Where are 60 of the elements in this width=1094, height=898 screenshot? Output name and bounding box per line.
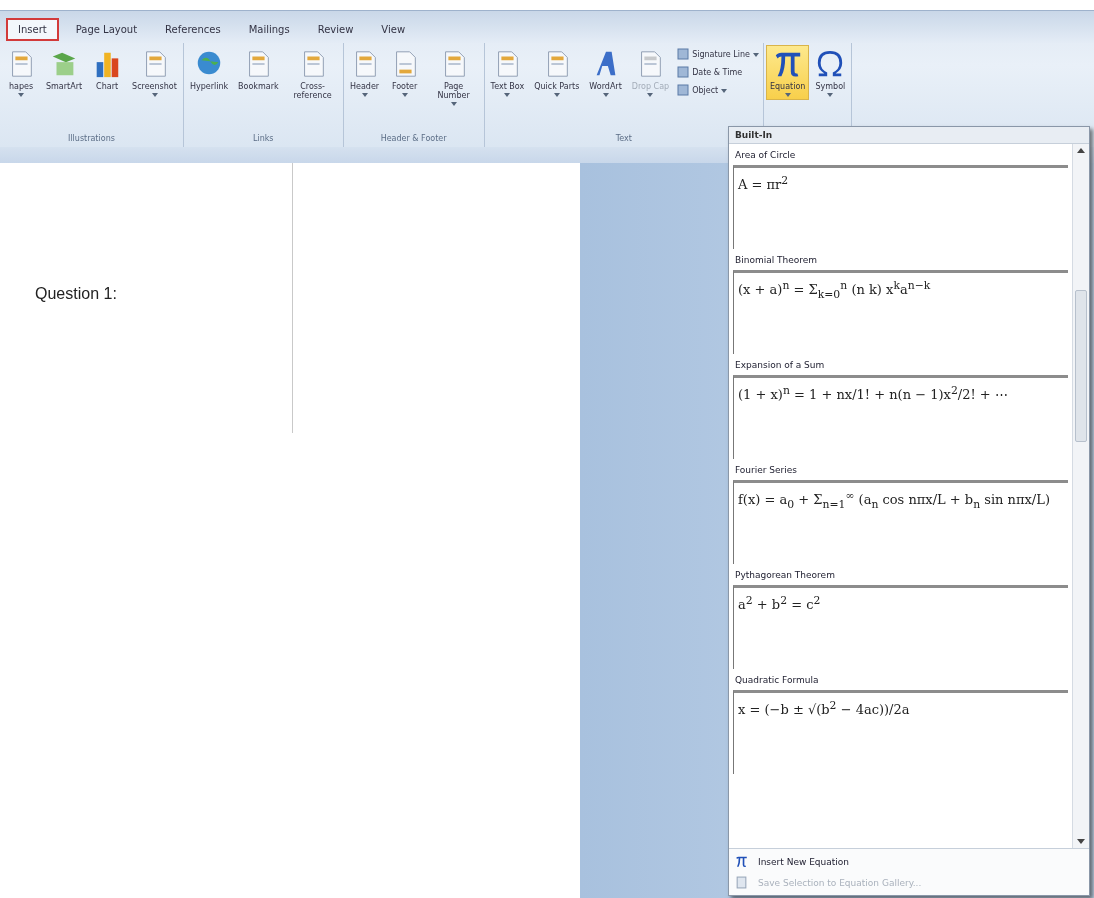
ribbon-button[interactable]: Cross-reference <box>284 45 341 103</box>
ribbon-small-button[interactable]: Object <box>675 83 761 97</box>
ribbon-small-button[interactable]: Date & Time <box>675 65 761 79</box>
ribbon-button[interactable]: Bookmark <box>234 45 283 94</box>
caret-icon <box>647 93 654 97</box>
ribbon-tab[interactable]: Page Layout <box>64 18 149 40</box>
group-label: Links <box>251 134 275 145</box>
scroll-thumb[interactable] <box>1075 290 1087 442</box>
equation-preview[interactable]: (1 + x)$^{n}$ = 1 + nx/1! + n(n − 1)x$^{2}$/2! + ⋯ <box>733 375 1068 459</box>
equation-preview[interactable]: f(x) = a$_{0}$ + Σ$_{n=1}$$^{∞}$ (a$_{n}$ cos nπx/L + b$_{n}$ sin nπx/L) <box>733 480 1068 564</box>
group-label: Header & Footer <box>379 134 448 145</box>
caret-icon <box>602 93 609 97</box>
ribbon-button[interactable]: WordArt <box>585 45 626 100</box>
scrollbar[interactable] <box>1072 144 1089 848</box>
ribbon-button[interactable]: Page Number <box>425 45 482 109</box>
caret-icon <box>450 102 457 106</box>
scroll-down-icon[interactable] <box>1077 839 1085 844</box>
gallery-heading: Built-In <box>729 127 1089 144</box>
caret-icon <box>553 93 560 97</box>
ribbon-tab[interactable]: Insert <box>6 17 59 41</box>
ribbon-button[interactable]: Text Box <box>486 45 529 100</box>
caret-icon <box>151 93 158 97</box>
ribbon-small-button[interactable]: Signature Line <box>675 47 761 61</box>
ribbon-button[interactable]: SmartArt <box>42 45 87 94</box>
caret-icon <box>827 93 834 97</box>
equation-name: Pythagorean Theorem <box>734 569 836 582</box>
ribbon-tab[interactable]: View <box>370 18 417 40</box>
ribbon-button[interactable]: Header <box>345 45 384 100</box>
ribbon-button[interactable]: Hyperlink <box>185 45 233 94</box>
equation-preview[interactable]: A = πr$^{2}$ <box>733 165 1068 249</box>
equation-preview[interactable]: (x + a)$^{n}$ = Σ$_{k=0}$$^{n}$ (n k) x$^{k}$a$^{n−k}$ <box>733 270 1068 354</box>
pi-icon <box>735 855 748 868</box>
caret-icon <box>784 93 791 97</box>
equation-name: Fourier Series <box>734 464 799 477</box>
equation-preview[interactable]: x = (−b ± √(b$^{2}$ − 4ac))/2a <box>733 690 1068 774</box>
caret-icon <box>721 89 728 93</box>
caret-icon <box>504 93 511 97</box>
caret-icon <box>361 93 368 97</box>
equation-preview[interactable]: a$^{2}$ + b$^{2}$ = c$^{2}$ <box>733 585 1068 669</box>
menu-item[interactable]: Insert New Equation <box>733 851 852 872</box>
group-label: Illustrations <box>67 134 116 145</box>
ribbon-tab[interactable]: References <box>154 18 232 40</box>
ribbon-button[interactable]: hapes <box>2 45 40 100</box>
equation-name: Binomial Theorem <box>734 254 819 267</box>
ribbon-button[interactable]: Symbol <box>811 45 850 100</box>
ribbon-tab[interactable]: Mailings <box>237 18 301 40</box>
equation-name: Area of Circle <box>734 149 797 162</box>
equation-name: Quadratic Formula <box>734 674 820 687</box>
ribbon-button[interactable]: Footer <box>385 45 424 100</box>
equation-name: Expansion of a Sum <box>734 359 826 372</box>
document-icon <box>735 876 748 889</box>
ribbon-tab[interactable]: Review <box>306 18 365 40</box>
ribbon-button[interactable]: Screenshot <box>128 45 181 100</box>
ribbon-button[interactable]: Quick Parts <box>530 45 584 100</box>
caret-icon <box>401 93 408 97</box>
ribbon-button[interactable]: Equation <box>765 45 810 100</box>
ribbon-button[interactable]: Chart <box>88 45 127 94</box>
document-text: Question 1: <box>35 285 117 303</box>
caret-icon <box>18 93 24 97</box>
caret-icon <box>752 53 759 57</box>
